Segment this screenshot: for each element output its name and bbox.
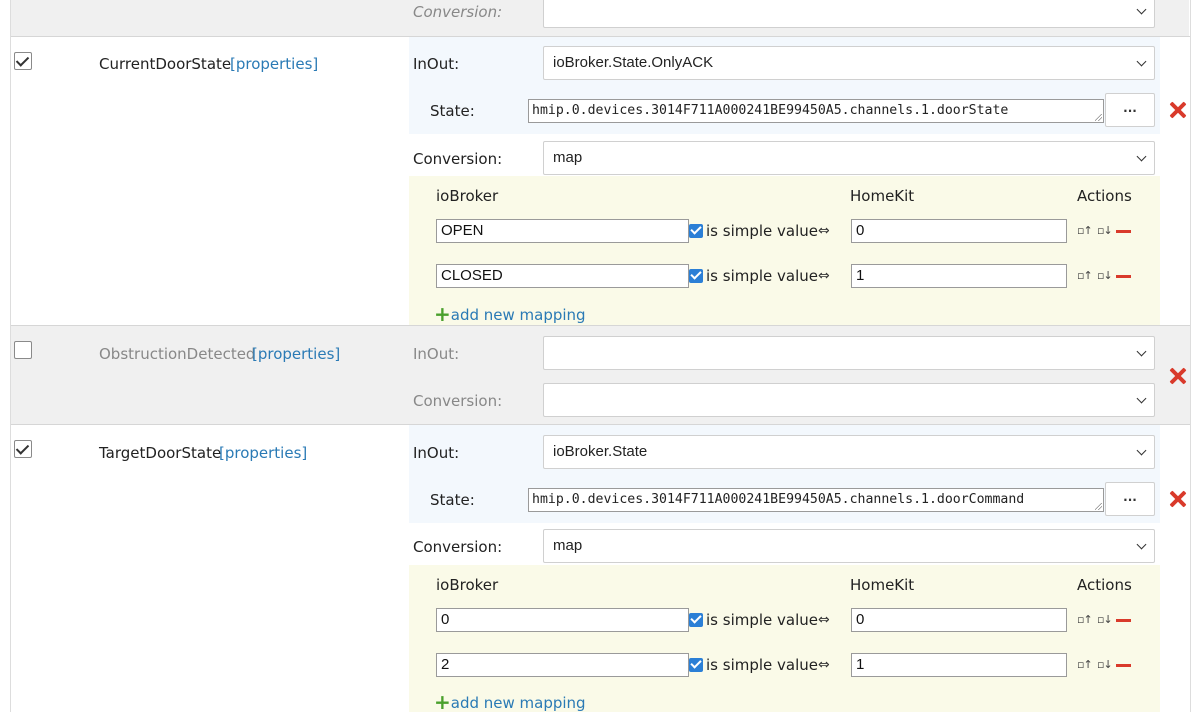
remove-icon[interactable] (1169, 490, 1187, 508)
resize-grip-icon (1095, 503, 1102, 510)
chevron-down-icon (1136, 56, 1147, 67)
state-input[interactable]: hmip.0.devices.3014F711A000241BE99450A5.… (528, 99, 1104, 123)
column-header-actions: Actions (1077, 187, 1132, 205)
simple-value-label: is simple value (706, 656, 819, 674)
plus-icon: + (434, 302, 451, 326)
iobroker-value-input[interactable]: CLOSED (436, 264, 689, 288)
characteristic-name: ObstructionDetected (99, 345, 256, 363)
column-header-actions: Actions (1077, 576, 1132, 594)
simple-value-label: is simple value (706, 222, 819, 240)
iobroker-value-input[interactable]: 0 (436, 608, 689, 632)
properties-link[interactable]: [properties] (219, 444, 307, 462)
enable-checkbox[interactable] (14, 341, 32, 359)
conversion-value: map (553, 149, 583, 166)
column-header-homekit: HomeKit (850, 576, 915, 594)
inout-label: InOut: (413, 345, 460, 363)
inout-select[interactable] (543, 336, 1155, 370)
homekit-value-input[interactable]: 0 (851, 608, 1067, 632)
move-down-icon[interactable]: ▫↓ (1097, 269, 1113, 282)
delete-mapping-icon[interactable] (1116, 230, 1131, 233)
state-value: hmip.0.devices.3014F711A000241BE99450A5.… (532, 103, 1009, 118)
bidirectional-arrow-icon: ⇔ (818, 657, 830, 673)
chevron-down-icon (1136, 393, 1147, 404)
simple-value-checkbox[interactable] (689, 223, 703, 238)
delete-mapping-icon[interactable] (1116, 664, 1131, 667)
add-mapping-link[interactable]: +add new mapping (434, 689, 586, 714)
conversion-label: Conversion: (413, 538, 503, 556)
move-up-icon[interactable]: ▫↑ (1077, 613, 1093, 626)
plus-icon: + (434, 690, 451, 714)
homekit-value-input[interactable]: 1 (851, 264, 1067, 288)
delete-mapping-icon[interactable] (1116, 619, 1131, 622)
state-value: hmip.0.devices.3014F711A000241BE99450A5.… (532, 492, 1025, 507)
inout-select[interactable]: ioBroker.State (543, 435, 1155, 469)
properties-link[interactable]: [properties] (230, 55, 318, 73)
homekit-value-input[interactable]: 0 (851, 219, 1067, 243)
chevron-down-icon (1136, 445, 1147, 456)
enable-checkbox[interactable] (14, 440, 32, 458)
move-up-icon[interactable]: ▫↑ (1077, 269, 1093, 282)
column-header-homekit: HomeKit (850, 187, 915, 205)
simple-value-label: is simple value (706, 611, 819, 629)
inout-value: ioBroker.State.OnlyACK (553, 54, 714, 71)
bidirectional-arrow-icon: ⇔ (818, 612, 830, 628)
chevron-down-icon (1136, 151, 1147, 162)
top-row-left-bg (11, 0, 409, 36)
delete-mapping-icon[interactable] (1116, 275, 1131, 278)
state-label: State: (430, 102, 475, 120)
properties-link[interactable]: [properties] (252, 345, 340, 363)
conversion-label: Conversion: (413, 3, 503, 21)
select-id-button[interactable]: ... (1105, 93, 1155, 127)
characteristic-name: TargetDoorState (99, 444, 222, 462)
bidirectional-arrow-icon: ⇔ (818, 268, 830, 284)
move-up-icon[interactable]: ▫↑ (1077, 658, 1093, 671)
state-input[interactable]: hmip.0.devices.3014F711A000241BE99450A5.… (528, 488, 1104, 512)
add-mapping-label: add new mapping (450, 306, 586, 324)
characteristic-name: CurrentDoorState (99, 55, 232, 73)
frame-right (1190, 0, 1191, 712)
conversion-select[interactable] (543, 383, 1155, 417)
simple-value-label: is simple value (706, 267, 819, 285)
inout-label: InOut: (413, 55, 460, 73)
chevron-down-icon (1136, 4, 1147, 15)
remove-icon[interactable] (1169, 367, 1187, 385)
enable-checkbox[interactable] (14, 52, 32, 70)
simple-value-checkbox[interactable] (689, 268, 703, 283)
select-id-button[interactable]: ... (1105, 482, 1155, 516)
column-header-iobroker: ioBroker (436, 187, 499, 205)
chevron-down-icon (1136, 346, 1147, 357)
simple-value-checkbox[interactable] (689, 657, 703, 672)
conversion-label: Conversion: (413, 150, 503, 168)
chevron-down-icon (1136, 539, 1147, 550)
inout-select[interactable]: ioBroker.State.OnlyACK (543, 46, 1155, 80)
conversion-label: Conversion: (413, 392, 503, 410)
bidirectional-arrow-icon: ⇔ (818, 223, 830, 239)
simple-value-checkbox[interactable] (689, 612, 703, 627)
add-mapping-link[interactable]: +add new mapping (434, 301, 586, 326)
add-mapping-label: add new mapping (450, 694, 586, 712)
column-header-iobroker: ioBroker (436, 576, 499, 594)
conversion-value: map (553, 537, 583, 554)
conversion-select[interactable]: map (543, 141, 1155, 175)
conversion-select[interactable] (543, 0, 1155, 28)
conversion-select[interactable]: map (543, 529, 1155, 563)
remove-icon[interactable] (1169, 101, 1187, 119)
inout-value: ioBroker.State (553, 443, 648, 460)
move-down-icon[interactable]: ▫↓ (1097, 224, 1113, 237)
move-up-icon[interactable]: ▫↑ (1077, 224, 1093, 237)
state-label: State: (430, 491, 475, 509)
move-down-icon[interactable]: ▫↓ (1097, 613, 1113, 626)
resize-grip-icon (1095, 114, 1102, 121)
inout-label: InOut: (413, 444, 460, 462)
iobroker-value-input[interactable]: 2 (436, 653, 689, 677)
frame-left (10, 0, 11, 712)
iobroker-value-input[interactable]: OPEN (436, 219, 689, 243)
move-down-icon[interactable]: ▫↓ (1097, 658, 1113, 671)
homekit-value-input[interactable]: 1 (851, 653, 1067, 677)
